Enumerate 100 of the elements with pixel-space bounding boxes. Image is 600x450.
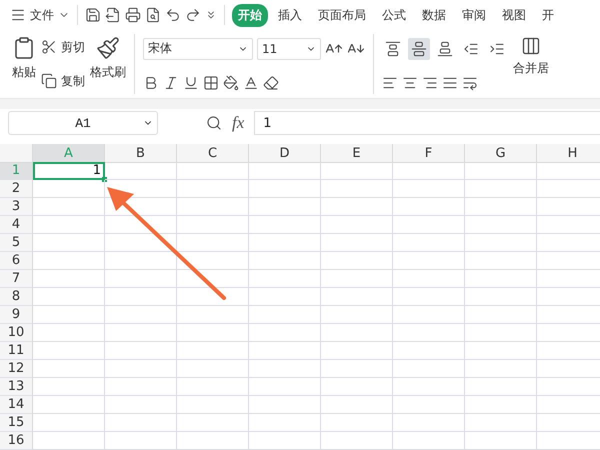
- font-size-select[interactable]: 11: [257, 38, 321, 60]
- column-header[interactable]: D: [249, 144, 321, 163]
- ribbon-tab[interactable]: 审阅: [456, 4, 492, 26]
- table-cell: [321, 342, 393, 360]
- eraser-icon[interactable]: [263, 74, 279, 90]
- ribbon-tab[interactable]: 视图: [496, 4, 532, 26]
- column-header[interactable]: G: [465, 144, 537, 163]
- table-cell: [465, 162, 537, 180]
- align-middle-icon[interactable]: [408, 38, 430, 60]
- table-cell: [465, 180, 537, 198]
- export-icon[interactable]: [105, 7, 121, 23]
- table-cell: [249, 234, 321, 252]
- table-cell: [321, 306, 393, 324]
- column-header[interactable]: H: [537, 144, 600, 163]
- print-icon[interactable]: [125, 7, 141, 23]
- column-header[interactable]: B: [105, 144, 177, 163]
- cut-icon[interactable]: [41, 39, 57, 55]
- column-header[interactable]: C: [177, 144, 249, 163]
- fill-color-icon[interactable]: [223, 74, 239, 90]
- column-header[interactable]: F: [393, 144, 465, 163]
- table-cell: [465, 396, 537, 414]
- table-cell: [33, 306, 105, 324]
- table-cell: [105, 324, 177, 342]
- table-cell: [33, 234, 105, 252]
- ribbon-tab[interactable]: 插入: [272, 4, 308, 26]
- table-cell: [393, 414, 465, 432]
- table-cell: [249, 378, 321, 396]
- copy-button[interactable]: 复制: [61, 72, 85, 90]
- table-cell: [393, 432, 465, 450]
- table-cell: [393, 198, 465, 216]
- row-header[interactable]: 16: [0, 432, 33, 450]
- ribbon-tab[interactable]: 公式: [376, 4, 412, 26]
- print-preview-icon[interactable]: [145, 7, 161, 23]
- row-header[interactable]: 12: [0, 360, 33, 378]
- table-cell: [321, 180, 393, 198]
- zoom-icon[interactable]: [206, 115, 222, 131]
- ribbon-tab[interactable]: 数据: [416, 4, 452, 26]
- table-cell: [249, 306, 321, 324]
- table-cell: [177, 288, 249, 306]
- merge-button[interactable]: 合并居: [513, 60, 549, 77]
- merge-icon[interactable]: [521, 36, 541, 56]
- column-header[interactable]: E: [321, 144, 393, 163]
- font-color-icon[interactable]: [243, 74, 259, 90]
- row-header[interactable]: 2: [0, 180, 33, 198]
- table-cell: [249, 432, 321, 450]
- table-cell: [393, 216, 465, 234]
- row-header[interactable]: 9: [0, 306, 33, 324]
- borders-icon[interactable]: [203, 74, 219, 90]
- underline-icon[interactable]: [183, 74, 199, 90]
- table-cell: [177, 216, 249, 234]
- table-cell: [249, 324, 321, 342]
- format-painter-button[interactable]: 格式刷: [90, 64, 126, 81]
- function-label[interactable]: fx: [232, 113, 244, 133]
- table-cell: [465, 252, 537, 270]
- table-cell: [105, 306, 177, 324]
- name-box[interactable]: A1: [8, 111, 158, 135]
- undo-icon[interactable]: [165, 7, 181, 23]
- table-cell: [393, 162, 465, 180]
- row-header[interactable]: 8: [0, 288, 33, 306]
- table-cell: [465, 270, 537, 288]
- row-header[interactable]: 11: [0, 342, 33, 360]
- table-cell: [177, 378, 249, 396]
- italic-icon[interactable]: [163, 74, 179, 90]
- file-menu[interactable]: 文件: [30, 6, 54, 24]
- formula-input[interactable]: 1: [254, 111, 600, 135]
- table-cell: [105, 234, 177, 252]
- row-header[interactable]: 7: [0, 270, 33, 288]
- row-header[interactable]: 13: [0, 378, 33, 396]
- table-cell: [177, 342, 249, 360]
- save-icon[interactable]: [85, 7, 101, 23]
- row-header[interactable]: 4: [0, 216, 33, 234]
- font-select[interactable]: 宋体: [143, 38, 253, 60]
- table-cell: [177, 360, 249, 378]
- table-cell: [465, 306, 537, 324]
- fill-handle[interactable]: [102, 177, 107, 182]
- redo-icon[interactable]: [185, 7, 201, 23]
- table-cell: [465, 378, 537, 396]
- table-cell: [249, 270, 321, 288]
- table-cell: [321, 216, 393, 234]
- menu-icon[interactable]: [10, 7, 26, 23]
- table-cell: [33, 288, 105, 306]
- row-header[interactable]: 15: [0, 414, 33, 432]
- cut-button[interactable]: 剪切: [61, 38, 85, 56]
- table-cell: [33, 216, 105, 234]
- row-header[interactable]: 5: [0, 234, 33, 252]
- row-header[interactable]: 3: [0, 198, 33, 216]
- ribbon-tab[interactable]: 开: [536, 4, 560, 26]
- paintbrush-icon[interactable]: [96, 36, 120, 60]
- row-header[interactable]: 14: [0, 396, 33, 414]
- row-header[interactable]: 10: [0, 324, 33, 342]
- paste-button[interactable]: 粘贴: [12, 64, 36, 81]
- row-header[interactable]: 6: [0, 252, 33, 270]
- table-cell: [393, 180, 465, 198]
- more-icon[interactable]: [205, 9, 217, 21]
- table-cell: [105, 396, 177, 414]
- ribbon-tab[interactable]: 页面布局: [312, 4, 372, 26]
- table-cell: [177, 162, 249, 180]
- table-cell: [465, 342, 537, 360]
- copy-icon[interactable]: [41, 73, 57, 89]
- table-cell: [177, 432, 249, 450]
